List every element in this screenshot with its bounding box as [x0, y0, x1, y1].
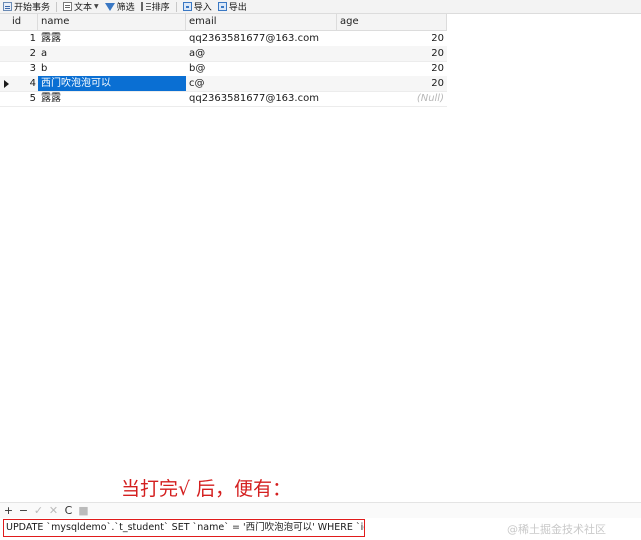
cell-age[interactable]: 20 [337, 61, 447, 76]
watermark: @稀土掘金技术社区 [507, 523, 606, 536]
begin-transaction-label: 开始事务 [14, 3, 51, 13]
text-label: 文本 [74, 3, 93, 13]
table-header: id name email age [0, 14, 447, 31]
cell-email[interactable]: qq2363581677@163.com [186, 91, 337, 106]
toolbar-divider [175, 1, 177, 12]
sql-statement: UPDATE `mysqldemo`.`t_student` SET `name… [3, 519, 365, 537]
cell-id: 3 [29, 63, 36, 74]
sort-button[interactable]: 排序 [138, 0, 173, 13]
cell-name[interactable]: b [38, 61, 186, 76]
cell-id: 4 [29, 78, 36, 89]
import-icon [182, 2, 192, 11]
cell-name[interactable]: 露露 [38, 91, 186, 106]
export-label: 导出 [228, 3, 247, 13]
export-button[interactable]: 导出 [215, 0, 250, 13]
cell-name[interactable]: a [38, 46, 186, 61]
table-row[interactable]: 2 a a@ 20 [0, 46, 447, 62]
cell-id: 5 [29, 93, 36, 104]
import-label: 导入 [193, 3, 212, 13]
cell-email[interactable]: qq2363581677@163.com [186, 31, 337, 46]
add-record-button[interactable]: + [2, 504, 15, 517]
column-header-name[interactable]: name [38, 14, 186, 30]
table-row-selected[interactable]: 4 西门吹泡泡可以 c@ 20 [0, 76, 447, 92]
toolbar-divider [56, 1, 58, 12]
discard-changes-button[interactable]: ✕ [47, 504, 60, 517]
export-icon [217, 2, 227, 11]
annotation-text: 当打完√ 后，便有： [121, 478, 292, 500]
transaction-icon [3, 2, 12, 11]
cell-age[interactable]: 20 [337, 31, 447, 46]
cell-email[interactable]: c@ [186, 76, 337, 91]
import-button[interactable]: 导入 [180, 0, 215, 13]
begin-transaction-button[interactable]: 开始事务 [0, 0, 53, 13]
column-header-id[interactable]: id [0, 14, 38, 30]
column-header-email[interactable]: email [186, 14, 337, 30]
apply-changes-button[interactable]: ✓ [32, 504, 45, 517]
chevron-down-icon: ▼ [94, 3, 99, 10]
row-pointer-icon [4, 80, 9, 88]
table-row[interactable]: 3 b b@ 20 [0, 61, 447, 77]
document-icon [63, 2, 73, 11]
sort-icon [140, 2, 151, 11]
delete-record-button[interactable]: − [17, 504, 30, 517]
cell-name-selected[interactable]: 西门吹泡泡可以 [38, 76, 186, 91]
cell-id: 2 [29, 48, 36, 59]
cell-email[interactable]: a@ [186, 46, 337, 61]
text-button[interactable]: 文本 ▼ [60, 0, 102, 13]
sort-label: 排序 [151, 3, 170, 13]
toolbar: 开始事务 文本 ▼ 筛选 排序 导入 导出 [0, 0, 641, 14]
filter-label: 筛选 [116, 3, 135, 13]
filter-icon [104, 2, 115, 11]
cell-id: 1 [29, 33, 36, 44]
column-header-age[interactable]: age [337, 14, 447, 30]
cell-age-null[interactable]: (Null) [337, 91, 447, 106]
current-row-marker [0, 76, 12, 91]
status-bar: UPDATE `mysqldemo`.`t_student` SET `name… [0, 518, 641, 540]
cell-email[interactable]: b@ [186, 61, 337, 76]
cell-age[interactable]: 20 [337, 76, 447, 91]
grid-bottom-toolbar: + − ✓ ✕ C ■ [0, 502, 641, 518]
table-row[interactable]: 1 露露 qq2363581677@163.com 20 [0, 31, 447, 47]
cell-name[interactable]: 露露 [38, 31, 186, 46]
stop-button[interactable]: ■ [77, 504, 90, 517]
refresh-button[interactable]: C [62, 504, 75, 517]
filter-button[interactable]: 筛选 [102, 0, 138, 13]
table-row[interactable]: 5 露露 qq2363581677@163.com (Null) [0, 91, 447, 107]
cell-age[interactable]: 20 [337, 46, 447, 61]
